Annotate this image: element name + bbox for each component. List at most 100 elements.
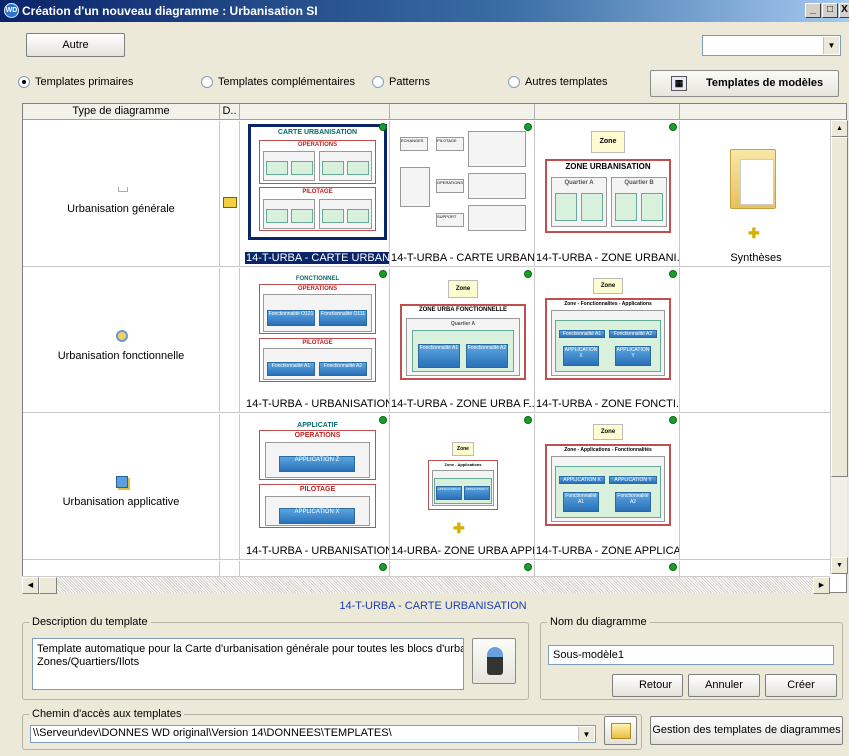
close-button[interactable]: X <box>839 3 849 18</box>
thumb-block: Fonctionnalité A2 <box>319 362 367 376</box>
thumb-text: Fonctionnalité A1 <box>562 331 602 337</box>
scrollbar-thumb[interactable] <box>39 577 57 594</box>
templates-de-modeles-label: Templates de modèles <box>706 77 824 89</box>
scrollbar-thumb[interactable] <box>831 137 848 477</box>
table-row[interactable]: Urbanisation fonctionnelle FONCTIONNEL O… <box>23 268 831 413</box>
radio-label: Patterns <box>389 76 430 88</box>
annuler-button[interactable]: Annuler <box>688 674 760 697</box>
table-row[interactable]: Urbanisation générale CARTE URBANISATION… <box>23 121 831 267</box>
thumb-block <box>347 209 369 223</box>
thumb-block: Fonctionnalité A1 <box>563 492 599 512</box>
thumb-block <box>322 209 344 223</box>
thumb-block: Fonctionnalité A1 <box>418 344 460 368</box>
radio-checked-icon <box>18 76 30 88</box>
thumb-block <box>266 161 288 175</box>
gears-icon <box>116 330 128 342</box>
row-type-label: Urbanisation applicative <box>62 496 180 508</box>
template-tile[interactable]: Zone Zone - Fonctionnalites - Applicatio… <box>535 268 680 412</box>
table-row[interactable]: Urbanisation applicative APPLICATIF OPER… <box>23 414 831 560</box>
template-thumbnail: Zone ZONE URBANISATION Quartier A Quarti… <box>541 127 674 237</box>
template-tile[interactable]: ECHANGES PILOTAGE OPERATIONS SUPPORT 14-… <box>390 121 535 266</box>
chevron-down-icon[interactable]: ▼ <box>823 37 839 54</box>
thumb-text: APPLICATION X <box>437 487 461 491</box>
blank-page-icon <box>118 187 128 192</box>
templates-path-combo[interactable]: \\Serveur\dev\DONNES WD original\Version… <box>30 725 596 743</box>
scroll-left-icon[interactable]: ◀ <box>22 577 39 594</box>
thumb-block: Fonctionnalité A1 <box>559 330 605 338</box>
creer-button[interactable]: Créer <box>765 674 837 697</box>
status-dot-icon <box>524 123 532 131</box>
radio-label: Autres templates <box>525 76 608 88</box>
scroll-right-icon[interactable]: ▶ <box>813 577 830 594</box>
template-tile[interactable]: Zone ZONE URBANISATION Quartier A Quarti… <box>535 121 680 266</box>
column-header-d[interactable]: D.. <box>220 104 240 120</box>
maximize-button[interactable]: □ <box>822 3 838 18</box>
vertical-scrollbar[interactable]: ▲ ▼ <box>830 120 848 574</box>
status-dot-icon <box>669 563 677 571</box>
template-tile[interactable]: APPLICATIF OPERATIONS APPLICATION Z PILO… <box>245 414 390 559</box>
thumb-text: APPLICATION Z <box>294 457 340 463</box>
thumb-text: Zone <box>448 280 478 298</box>
template-tile[interactable]: Zone Zone - Applications APPLICATION X A… <box>390 414 535 559</box>
thumb-block <box>615 193 637 221</box>
window-title: Création d'un nouveau diagramme : Urbani… <box>22 4 318 18</box>
thumb-block <box>641 193 663 221</box>
thumb-text: Quartier A <box>450 321 476 327</box>
scroll-up-icon[interactable]: ▲ <box>831 120 848 137</box>
scroll-down-icon[interactable]: ▼ <box>831 557 848 574</box>
template-thumbnail: Zone Zone - Fonctionnalites - Applicatio… <box>541 274 674 384</box>
template-caption: 14-T-URBA - ZONE FONCTI... <box>536 398 679 410</box>
empty-tile <box>680 268 831 412</box>
radio-autres-templates[interactable]: Autres templates <box>508 75 608 89</box>
thumb-block: ECHANGES <box>400 137 428 151</box>
top-combo[interactable]: ▼ <box>702 35 841 56</box>
plus-icon: ✚ <box>453 520 465 536</box>
template-caption: 14-T-URBA - URBANISATION... <box>246 398 389 410</box>
thumb-block: Fonctionnalité O121 <box>267 310 315 326</box>
thumb-text: Quartier A <box>564 180 594 186</box>
row-type-label: Urbanisation générale <box>67 203 175 215</box>
thumb-text: OPERATIONS <box>297 142 338 148</box>
template-tile[interactable]: FONCTIONNEL OPERATIONS Fonctionnalité O1… <box>245 268 390 412</box>
thumb-text: Fonctionnalité A2 <box>467 345 507 351</box>
template-caption: 14-T-URBA - CARTE URBAN... <box>391 252 534 264</box>
horizontal-scrollbar[interactable]: ◀ ▶ <box>22 576 830 594</box>
template-tile[interactable]: Zone Zone - Applications - Fonctionnalit… <box>535 414 680 559</box>
radio-patterns[interactable]: Patterns <box>372 75 430 89</box>
thumb-text: ZONE URBA FONCTIONNELLE <box>418 307 508 313</box>
column-header <box>535 104 680 120</box>
description-text[interactable]: Template automatique pour la Carte d'urb… <box>32 638 464 690</box>
thumb-block <box>347 161 369 175</box>
thumb-text: PILOTAGE <box>299 486 336 493</box>
thumb-text: Zone - Applications - Fonctionnalités <box>564 447 652 453</box>
thumb-block <box>291 161 313 175</box>
radio-templates-primaires[interactable]: Templates primaires <box>18 75 133 89</box>
browse-folder-button[interactable] <box>604 716 637 745</box>
plus-icon: ✚ <box>748 225 760 241</box>
thumb-text: Zone - Applications <box>444 462 482 467</box>
thumb-block: Fonctionnalité A1 <box>267 362 315 376</box>
thumb-text: APPLICATION Y <box>614 477 652 483</box>
retour-button[interactable]: Retour <box>612 674 683 697</box>
templates-de-modeles-button[interactable]: ▦ Templates de modèles <box>650 70 839 97</box>
status-dot-icon <box>524 416 532 424</box>
chevron-down-icon[interactable]: ▼ <box>578 727 594 741</box>
diagram-name-input[interactable]: Sous-modèle1 <box>548 645 834 665</box>
radio-templates-complementaires[interactable]: Templates complémentaires <box>201 75 355 89</box>
thumb-text: SUPPORT <box>437 214 457 219</box>
column-header-type[interactable]: Type de diagramme <box>23 104 220 120</box>
radio-label: Templates primaires <box>35 76 134 88</box>
title-bar[interactable]: WD Création d'un nouveau diagramme : Urb… <box>0 0 849 22</box>
template-caption: 14-T-URBA - URBANISATION... <box>246 545 389 557</box>
wizard-button[interactable] <box>472 638 516 684</box>
thumb-text: Fonctionnalité A2 <box>617 493 649 505</box>
template-tile[interactable]: Zone ZONE URBA FONCTIONNELLE Quartier A … <box>390 268 535 412</box>
thumb-block <box>468 173 526 199</box>
template-tile[interactable]: CARTE URBANISATION OPERATIONS PILOTAGE 1… <box>245 121 390 266</box>
thumb-title: APPLICATIF <box>297 422 338 429</box>
minimize-button[interactable]: _ <box>805 3 821 18</box>
autre-button[interactable]: Autre <box>26 33 125 57</box>
gestion-templates-button[interactable]: Gestion des templates de diagrammes <box>650 716 843 745</box>
thumb-text: Zone <box>593 278 623 294</box>
folder-tile-syntheses[interactable]: ✚ Synthèses <box>680 121 831 266</box>
